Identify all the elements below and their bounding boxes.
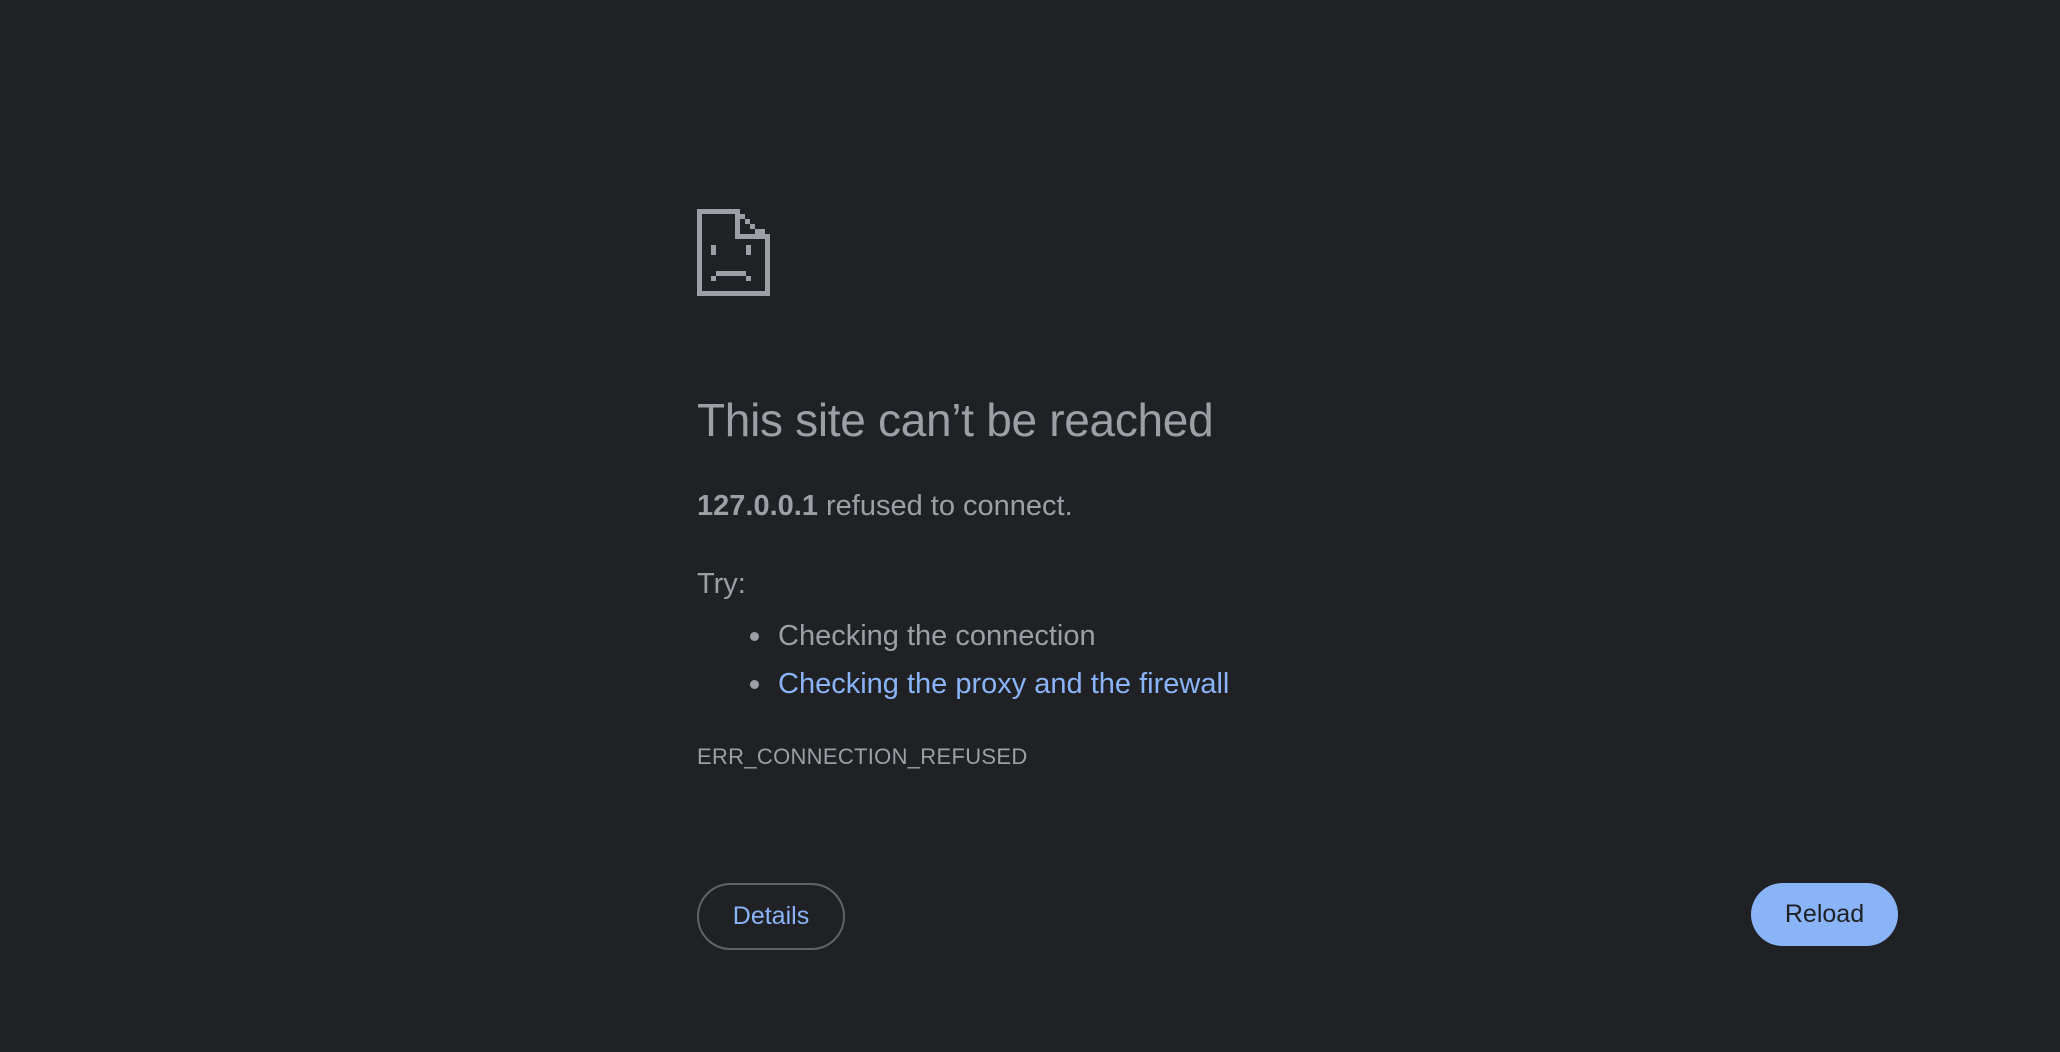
suggestion-item: Checking the proxy and the firewall [697, 660, 1229, 708]
page-title: This site can’t be reached [697, 394, 1214, 446]
bullet-icon [750, 680, 759, 689]
error-summary: 127.0.0.1 refused to connect. [697, 486, 1073, 526]
summary-message: refused to connect. [817, 490, 1073, 522]
details-button[interactable]: Details [697, 883, 845, 950]
bullet-icon [750, 632, 759, 641]
suggestions-list: Checking the connection Checking the pro… [697, 612, 1229, 708]
suggestion-item: Checking the connection [697, 612, 1229, 660]
host-address: 127.0.0.1 [697, 490, 818, 522]
proxy-firewall-link[interactable]: Checking the proxy and the firewall [778, 668, 1229, 700]
reload-button[interactable]: Reload [1751, 883, 1898, 946]
suggestion-check-connection: Checking the connection [778, 620, 1096, 652]
sad-document-icon [697, 209, 770, 296]
try-label: Try: [697, 568, 746, 600]
error-code: ERR_CONNECTION_REFUSED [697, 744, 1028, 769]
